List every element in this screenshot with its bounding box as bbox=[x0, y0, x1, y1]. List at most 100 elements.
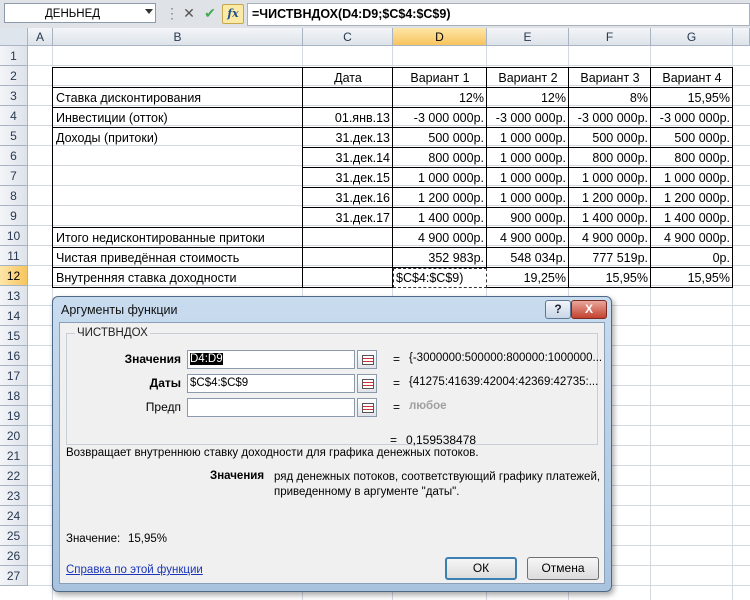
table-cell[interactable]: 1 000 000р. bbox=[651, 168, 733, 188]
row-header-7[interactable]: 7 bbox=[0, 166, 28, 186]
row-header-5[interactable]: 5 bbox=[0, 126, 28, 146]
table-cell[interactable]: 1 000 000р. bbox=[393, 168, 487, 188]
table-cell[interactable]: 1 200 000р. bbox=[393, 188, 487, 208]
cell-header-v1[interactable]: Вариант 1 bbox=[393, 68, 487, 88]
chevron-down-icon[interactable] bbox=[145, 9, 153, 14]
column-header-d[interactable]: D bbox=[393, 28, 487, 46]
cell-label-total-inflows[interactable]: Итого недисконтированные притоки bbox=[53, 228, 303, 248]
table-cell[interactable]: 500 000р. bbox=[651, 128, 733, 148]
help-button[interactable]: ? bbox=[545, 300, 571, 319]
table-cell[interactable]: 1 200 000р. bbox=[569, 188, 651, 208]
cancel-edit-button[interactable]: ✕ bbox=[180, 4, 198, 22]
row-header-16[interactable]: 16 bbox=[0, 346, 28, 366]
table-cell[interactable]: 4 900 000р. bbox=[651, 228, 733, 248]
row-header-15[interactable]: 15 bbox=[0, 326, 28, 346]
table-cell[interactable]: 500 000р. bbox=[569, 128, 651, 148]
row-header-2[interactable]: 2 bbox=[0, 66, 28, 86]
name-box[interactable]: ДЕНЬНЕД bbox=[4, 3, 156, 23]
row-header-24[interactable]: 24 bbox=[0, 506, 28, 526]
table-cell[interactable]: 1 400 000р. bbox=[651, 208, 733, 228]
table-cell[interactable]: 0р. bbox=[651, 248, 733, 268]
row-header-17[interactable]: 17 bbox=[0, 366, 28, 386]
row-header-14[interactable]: 14 bbox=[0, 306, 28, 326]
column-header-b[interactable]: B bbox=[53, 28, 303, 46]
cancel-button[interactable]: Отмена bbox=[527, 557, 599, 580]
table-cell[interactable]: 4 900 000р. bbox=[487, 228, 569, 248]
row-header-8[interactable]: 8 bbox=[0, 186, 28, 206]
dates-input[interactable]: $C$4:$C$9 bbox=[187, 374, 355, 393]
cell-label-npv[interactable]: Чистая приведённая стоимость bbox=[53, 248, 303, 268]
table-cell[interactable]: 352 983р. bbox=[393, 248, 487, 268]
row-header-27[interactable]: 27 bbox=[0, 566, 28, 586]
table-cell[interactable]: -3 000 000р. bbox=[393, 108, 487, 128]
row-header-11[interactable]: 11 bbox=[0, 246, 28, 266]
cell-label-irr[interactable]: Внутренняя ставка доходности bbox=[53, 268, 303, 288]
column-header-e[interactable]: E bbox=[487, 28, 569, 46]
close-button[interactable]: X bbox=[571, 300, 607, 319]
row-header-6[interactable]: 6 bbox=[0, 146, 28, 166]
row-header-23[interactable]: 23 bbox=[0, 486, 28, 506]
cell-label-discount-rate[interactable]: Ставка дисконтирования bbox=[53, 88, 303, 108]
table-cell[interactable]: 1 200 000р. bbox=[651, 188, 733, 208]
table-cell[interactable]: 15,95% bbox=[651, 268, 733, 288]
table-cell[interactable]: 1 400 000р. bbox=[393, 208, 487, 228]
table-cell[interactable]: 12% bbox=[393, 88, 487, 108]
ok-button[interactable]: ОК bbox=[445, 557, 517, 580]
row-header-18[interactable]: 18 bbox=[0, 386, 28, 406]
table-cell[interactable]: 800 000р. bbox=[393, 148, 487, 168]
column-header-g[interactable]: G bbox=[651, 28, 733, 46]
select-all-corner[interactable] bbox=[0, 28, 28, 46]
help-link[interactable]: Справка по этой функции bbox=[66, 564, 203, 576]
insert-function-button[interactable]: fx bbox=[222, 4, 244, 24]
row-header-19[interactable]: 19 bbox=[0, 406, 28, 426]
enter-edit-button[interactable]: ✔ bbox=[201, 4, 219, 22]
row-header-20[interactable]: 20 bbox=[0, 426, 28, 446]
cell-label-income[interactable]: Доходы (притоки) bbox=[53, 128, 303, 148]
row-header-25[interactable]: 25 bbox=[0, 526, 28, 546]
table-cell[interactable]: 15,95% bbox=[569, 268, 651, 288]
cell-header-date[interactable]: Дата bbox=[303, 68, 393, 88]
table-cell[interactable]: 900 000р. bbox=[487, 208, 569, 228]
table-cell[interactable]: -3 000 000р. bbox=[487, 108, 569, 128]
table-cell[interactable]: 1 000 000р. bbox=[569, 168, 651, 188]
row-header-22[interactable]: 22 bbox=[0, 466, 28, 486]
table-cell[interactable]: 31.дек.13 bbox=[303, 128, 393, 148]
guess-input[interactable] bbox=[187, 398, 355, 417]
table-cell[interactable]: -3 000 000р. bbox=[651, 108, 733, 128]
column-header-f[interactable]: F bbox=[569, 28, 651, 46]
row-header-21[interactable]: 21 bbox=[0, 446, 28, 466]
table-cell[interactable]: 31.дек.15 bbox=[303, 168, 393, 188]
table-cell[interactable]: 15,95% bbox=[651, 88, 733, 108]
row-header-26[interactable]: 26 bbox=[0, 546, 28, 566]
row-header-3[interactable]: 3 bbox=[0, 86, 28, 106]
row-header-12[interactable]: 12 bbox=[0, 266, 28, 286]
table-cell[interactable]: 800 000р. bbox=[569, 148, 651, 168]
cell-header-v3[interactable]: Вариант 3 bbox=[569, 68, 651, 88]
row-header-9[interactable]: 9 bbox=[0, 206, 28, 226]
collapse-dialog-icon[interactable] bbox=[357, 398, 377, 417]
table-cell[interactable]: 1 000 000р. bbox=[487, 148, 569, 168]
cell-header-v4[interactable]: Вариант 4 bbox=[651, 68, 733, 88]
collapse-dialog-icon[interactable] bbox=[357, 374, 377, 393]
row-header-13[interactable]: 13 bbox=[0, 286, 28, 306]
table-cell[interactable]: 1 000 000р. bbox=[487, 168, 569, 188]
row-header-4[interactable]: 4 bbox=[0, 106, 28, 126]
collapse-dialog-icon[interactable] bbox=[357, 350, 377, 369]
table-cell[interactable]: 31.дек.14 bbox=[303, 148, 393, 168]
table-cell[interactable]: 1 400 000р. bbox=[569, 208, 651, 228]
values-input[interactable]: D4:D9 bbox=[187, 350, 355, 369]
table-cell[interactable]: -3 000 000р. bbox=[569, 108, 651, 128]
table-cell[interactable]: 1 000 000р. bbox=[487, 188, 569, 208]
active-cell-editor[interactable]: $C$4:$C$9) bbox=[393, 268, 487, 288]
formula-input[interactable]: =ЧИСТВНДОХ(D4:D9;$C$4:$C$9) bbox=[247, 3, 750, 26]
cell-label-investments[interactable]: Инвестиции (отток) bbox=[53, 108, 303, 128]
row-header-10[interactable]: 10 bbox=[0, 226, 28, 246]
table-cell[interactable]: 4 900 000р. bbox=[393, 228, 487, 248]
column-header-c[interactable]: C bbox=[303, 28, 393, 46]
table-cell[interactable]: 800 000р. bbox=[651, 148, 733, 168]
table-cell[interactable]: 01.янв.13 bbox=[303, 108, 393, 128]
table-cell[interactable]: 4 900 000р. bbox=[569, 228, 651, 248]
column-header-a[interactable]: A bbox=[28, 28, 53, 46]
table-cell[interactable]: 12% bbox=[487, 88, 569, 108]
table-cell[interactable]: 777 519р. bbox=[569, 248, 651, 268]
